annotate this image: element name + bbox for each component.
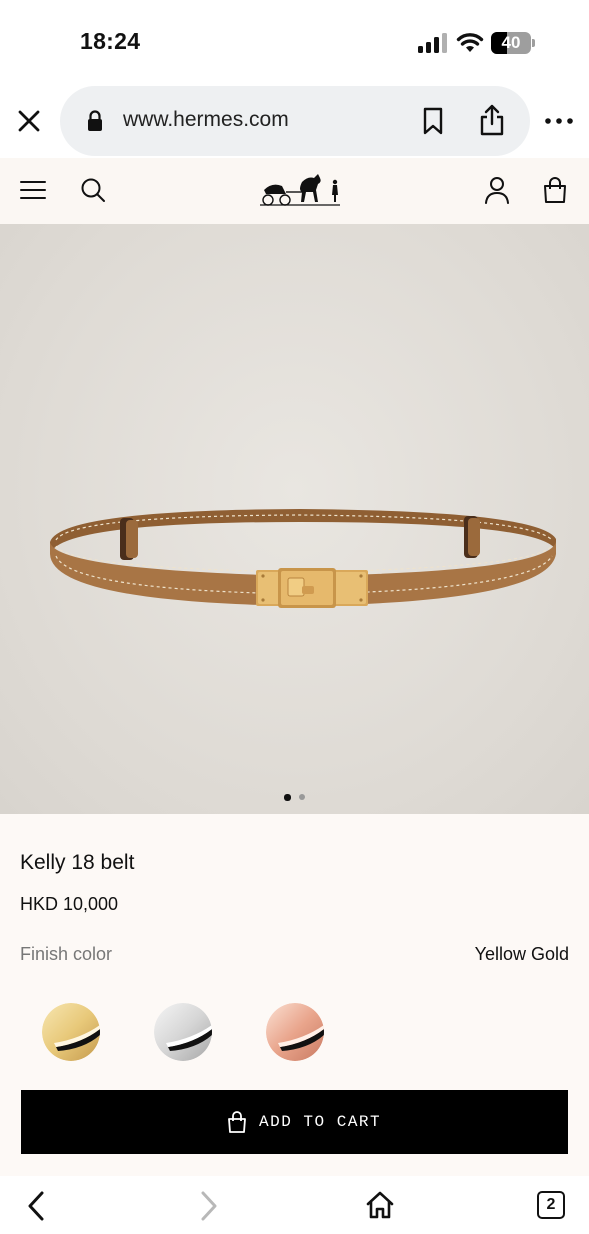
more-icon[interactable] [543, 110, 575, 132]
product-image[interactable] [0, 224, 589, 814]
finish-color-value: Yellow Gold [474, 944, 569, 964]
product-name: Kelly 18 belt [20, 851, 135, 874]
chevron-left-icon[interactable] [24, 1190, 50, 1222]
swatch-rose-gold[interactable] [266, 1003, 324, 1061]
lock-icon [88, 110, 102, 131]
menu-icon[interactable] [20, 178, 46, 202]
battery-icon: 40 [491, 32, 535, 54]
account-icon[interactable] [484, 176, 510, 204]
search-icon[interactable] [80, 177, 106, 203]
brand-logo[interactable] [258, 168, 342, 208]
carousel-dot-2[interactable] [299, 794, 305, 800]
status-time: 18:24 [80, 28, 141, 54]
add-to-cart-button[interactable]: ADD TO CART [21, 1090, 568, 1154]
product-price: HKD 10,000 [20, 894, 119, 914]
browser-bar: www.hermes.com [0, 86, 589, 158]
url-text[interactable]: www.hermes.com [123, 108, 289, 132]
product-info: Kelly 18 belt HKD 10,000 Finish color Ye… [0, 814, 589, 1176]
belt-image [50, 509, 556, 608]
swatch-silver[interactable] [154, 1003, 212, 1061]
home-icon[interactable] [365, 1190, 395, 1220]
status-bar: 18:24 40 [0, 0, 589, 86]
finish-color-label: Finish color [20, 944, 113, 964]
battery-level: 40 [501, 33, 521, 52]
wifi-icon [456, 33, 484, 52]
image-carousel-dots[interactable] [0, 794, 589, 802]
close-icon[interactable] [14, 106, 44, 136]
swatch-yellow-gold[interactable] [42, 1003, 100, 1061]
address-bar[interactable]: www.hermes.com [60, 86, 530, 156]
bookmark-icon[interactable] [422, 107, 444, 135]
bag-icon [228, 1111, 246, 1133]
site-header [0, 158, 589, 224]
carousel-dot-1[interactable] [284, 794, 291, 801]
tabs-count: 2 [546, 1196, 556, 1213]
share-icon[interactable] [478, 104, 506, 136]
tabs-button[interactable]: 2 [537, 1191, 565, 1219]
chevron-right-icon[interactable] [195, 1190, 221, 1222]
add-to-cart-label: ADD TO CART [259, 1113, 382, 1131]
signal-icon [418, 33, 447, 53]
bag-icon[interactable] [542, 176, 568, 204]
browser-toolbar: 2 [0, 1176, 589, 1234]
